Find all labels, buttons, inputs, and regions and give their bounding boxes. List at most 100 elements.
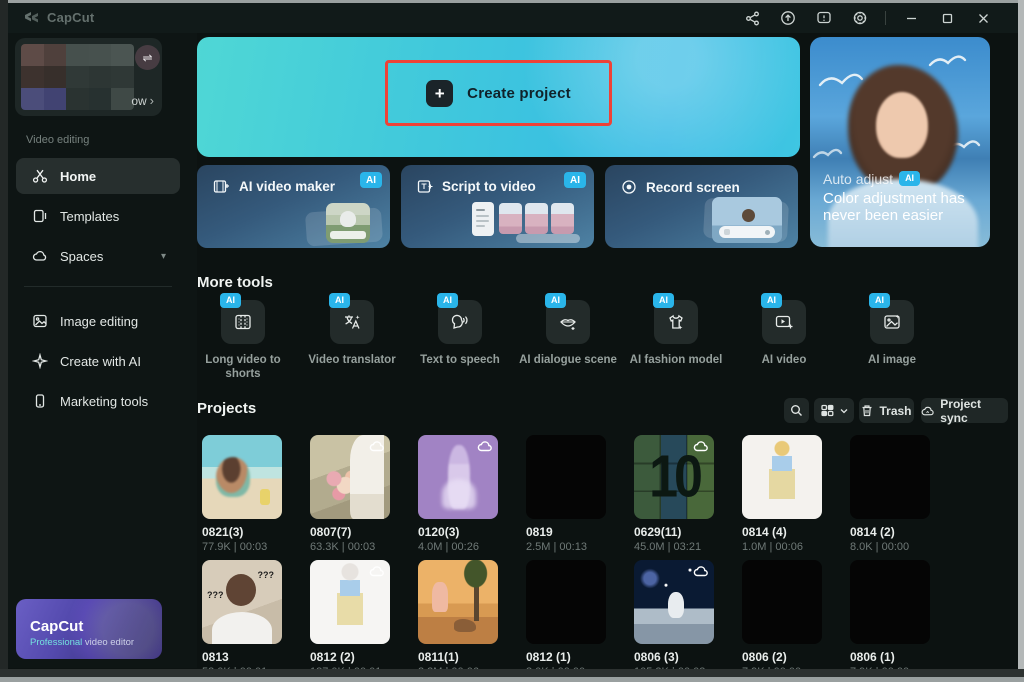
project-thumbnail[interactable] bbox=[418, 560, 498, 644]
sidebar-item-templates[interactable]: Templates bbox=[16, 198, 180, 234]
project-sync-label: Project sync bbox=[940, 397, 1008, 425]
project-thumbnail[interactable] bbox=[634, 560, 714, 644]
sidebar-item-image-editing[interactable]: Image editing bbox=[16, 303, 180, 339]
promo-card-auto-adjust[interactable]: Auto adjust AI Color adjustment has neve… bbox=[810, 37, 990, 247]
cloud-icon bbox=[369, 565, 385, 577]
project-thumbnail[interactable] bbox=[202, 435, 282, 519]
sidebar-divider bbox=[24, 286, 172, 287]
project-card[interactable]: 0807(7) 63.3K | 00:03 bbox=[310, 435, 410, 553]
promo-tag-label: Auto adjust bbox=[823, 171, 893, 187]
tool-ai-dialogue-scene[interactable]: AI AI dialogue scene bbox=[513, 300, 623, 367]
project-card[interactable]: 0819 2.5M | 00:13 bbox=[526, 435, 626, 553]
sidebar-item-home[interactable]: Home bbox=[16, 158, 180, 194]
maximize-button[interactable] bbox=[934, 6, 960, 30]
card-record-screen[interactable]: Record screen bbox=[605, 165, 798, 248]
record-preview-thumb bbox=[712, 197, 782, 243]
grid-view-icon bbox=[821, 404, 834, 417]
renew-text: ow bbox=[131, 94, 146, 108]
view-mode-dropdown[interactable] bbox=[814, 398, 854, 423]
long-video-icon bbox=[233, 312, 253, 332]
project-card[interactable]: 0814 (2) 8.0K | 00:00 bbox=[850, 435, 950, 553]
image-icon bbox=[32, 313, 48, 329]
project-card[interactable]: ??? ??? 0813 53.0K | 00:01 bbox=[202, 560, 302, 678]
feedback-icon[interactable] bbox=[811, 6, 837, 30]
project-card[interactable]: 10 0629(11) 45.0M | 03:21 bbox=[634, 435, 734, 553]
plus-icon: + bbox=[426, 80, 453, 107]
project-card[interactable]: 0806 (3) 105.3K | 00:03 bbox=[634, 560, 734, 678]
banner-title: CapCut bbox=[30, 618, 83, 635]
film-plus-icon bbox=[213, 179, 230, 194]
project-thumbnail[interactable] bbox=[850, 435, 930, 519]
sidebar-item-marketing-tools[interactable]: Marketing tools bbox=[16, 383, 180, 419]
video-frame-thumb bbox=[525, 203, 548, 234]
tool-ai-image[interactable]: AI AI image bbox=[837, 300, 947, 367]
project-thumbnail[interactable] bbox=[526, 560, 606, 644]
project-stats: 8.0K | 00:00 bbox=[850, 541, 950, 553]
annotation-highlight-box: + Create project bbox=[385, 60, 612, 126]
ai-badge: AI bbox=[360, 172, 382, 188]
section-label-video-editing: Video editing bbox=[26, 134, 89, 146]
project-stats: 4.0M | 00:26 bbox=[418, 541, 518, 553]
project-card[interactable]: 0821(3) 77.9K | 00:03 bbox=[202, 435, 302, 553]
project-sync-button[interactable]: Project sync bbox=[921, 398, 1008, 423]
capcut-logo-icon bbox=[24, 11, 40, 25]
project-thumbnail[interactable] bbox=[526, 435, 606, 519]
project-card[interactable]: 0812 (1) 8.0K | 00:00 bbox=[526, 560, 626, 678]
project-thumbnail[interactable] bbox=[310, 435, 390, 519]
project-card[interactable]: 0814 (4) 1.0M | 00:06 bbox=[742, 435, 842, 553]
project-stats: 2.5M | 00:13 bbox=[526, 541, 626, 553]
tool-ai-fashion-model[interactable]: AI AI fashion model bbox=[621, 300, 731, 367]
cloud-icon bbox=[693, 440, 709, 452]
tool-video-translator[interactable]: AI Video translator bbox=[297, 300, 407, 367]
minimize-button[interactable] bbox=[898, 6, 924, 30]
chevron-right-icon: › bbox=[150, 93, 154, 108]
promo-headline: Color adjustment has never been easier bbox=[823, 190, 975, 225]
project-thumbnail[interactable] bbox=[742, 560, 822, 644]
capcut-pro-banner[interactable]: CapCut Professional video editor bbox=[16, 599, 162, 659]
project-card[interactable]: 0811(1) 2.3M | 00:06 bbox=[418, 560, 518, 678]
project-card[interactable]: 0120(3) 4.0M | 00:26 bbox=[418, 435, 518, 553]
app-logo: CapCut bbox=[24, 10, 94, 25]
tool-long-video-to-shorts[interactable]: AI Long video to shorts bbox=[188, 300, 298, 382]
ai-badge: AI bbox=[329, 293, 350, 308]
project-thumbnail[interactable]: ??? ??? bbox=[202, 560, 282, 644]
titlebar-separator bbox=[885, 11, 886, 25]
tool-label: Text to speech bbox=[405, 353, 515, 367]
upgrade-icon[interactable] bbox=[775, 6, 801, 30]
project-name: 0120(3) bbox=[418, 525, 518, 539]
project-stats: 1.0M | 00:06 bbox=[742, 541, 842, 553]
search-button[interactable] bbox=[784, 398, 809, 423]
phone-icon bbox=[32, 393, 48, 409]
profile-card[interactable]: ⇌ ow › bbox=[15, 38, 162, 116]
share-icon[interactable] bbox=[739, 6, 765, 30]
sidebar-item-label: Marketing tools bbox=[60, 394, 148, 409]
project-card[interactable]: 0806 (2) 7.9K | 00:00 bbox=[742, 560, 842, 678]
card-script-to-video[interactable]: AI Script to video bbox=[401, 165, 594, 248]
tool-label: Video translator bbox=[297, 353, 407, 367]
project-thumbnail[interactable] bbox=[850, 560, 930, 644]
create-project-banner[interactable]: + Create project bbox=[197, 37, 800, 157]
trash-label: Trash bbox=[879, 404, 911, 418]
project-thumbnail[interactable] bbox=[418, 435, 498, 519]
switch-account-icon[interactable]: ⇌ bbox=[135, 45, 160, 70]
project-thumbnail[interactable] bbox=[742, 435, 822, 519]
sidebar-item-create-with-ai[interactable]: Create with AI bbox=[16, 343, 180, 379]
project-card[interactable]: 0812 (2) 187.0K | 00:01 bbox=[310, 560, 410, 678]
tool-text-to-speech[interactable]: AI Text to speech bbox=[405, 300, 515, 367]
card-ai-video-maker[interactable]: AI AI video maker bbox=[197, 165, 390, 248]
chevron-down-icon[interactable]: ▾ bbox=[161, 251, 166, 262]
ai-badge: AI bbox=[564, 172, 586, 188]
translate-icon bbox=[342, 312, 362, 332]
ai-badge: AI bbox=[761, 293, 782, 308]
project-thumbnail[interactable] bbox=[310, 560, 390, 644]
project-thumbnail[interactable]: 10 bbox=[634, 435, 714, 519]
renew-link[interactable]: ow › bbox=[131, 93, 154, 108]
close-button[interactable] bbox=[970, 6, 996, 30]
settings-gear-icon[interactable] bbox=[847, 6, 873, 30]
project-name: 0813 bbox=[202, 650, 302, 664]
project-card[interactable]: 0806 (1) 7.9K | 00:00 bbox=[850, 560, 950, 678]
sidebar-item-spaces[interactable]: Spaces ▾ bbox=[16, 238, 180, 274]
create-project-button[interactable]: + Create project bbox=[388, 63, 609, 123]
trash-button[interactable]: Trash bbox=[859, 398, 914, 423]
tool-ai-video[interactable]: AI AI video bbox=[729, 300, 839, 367]
